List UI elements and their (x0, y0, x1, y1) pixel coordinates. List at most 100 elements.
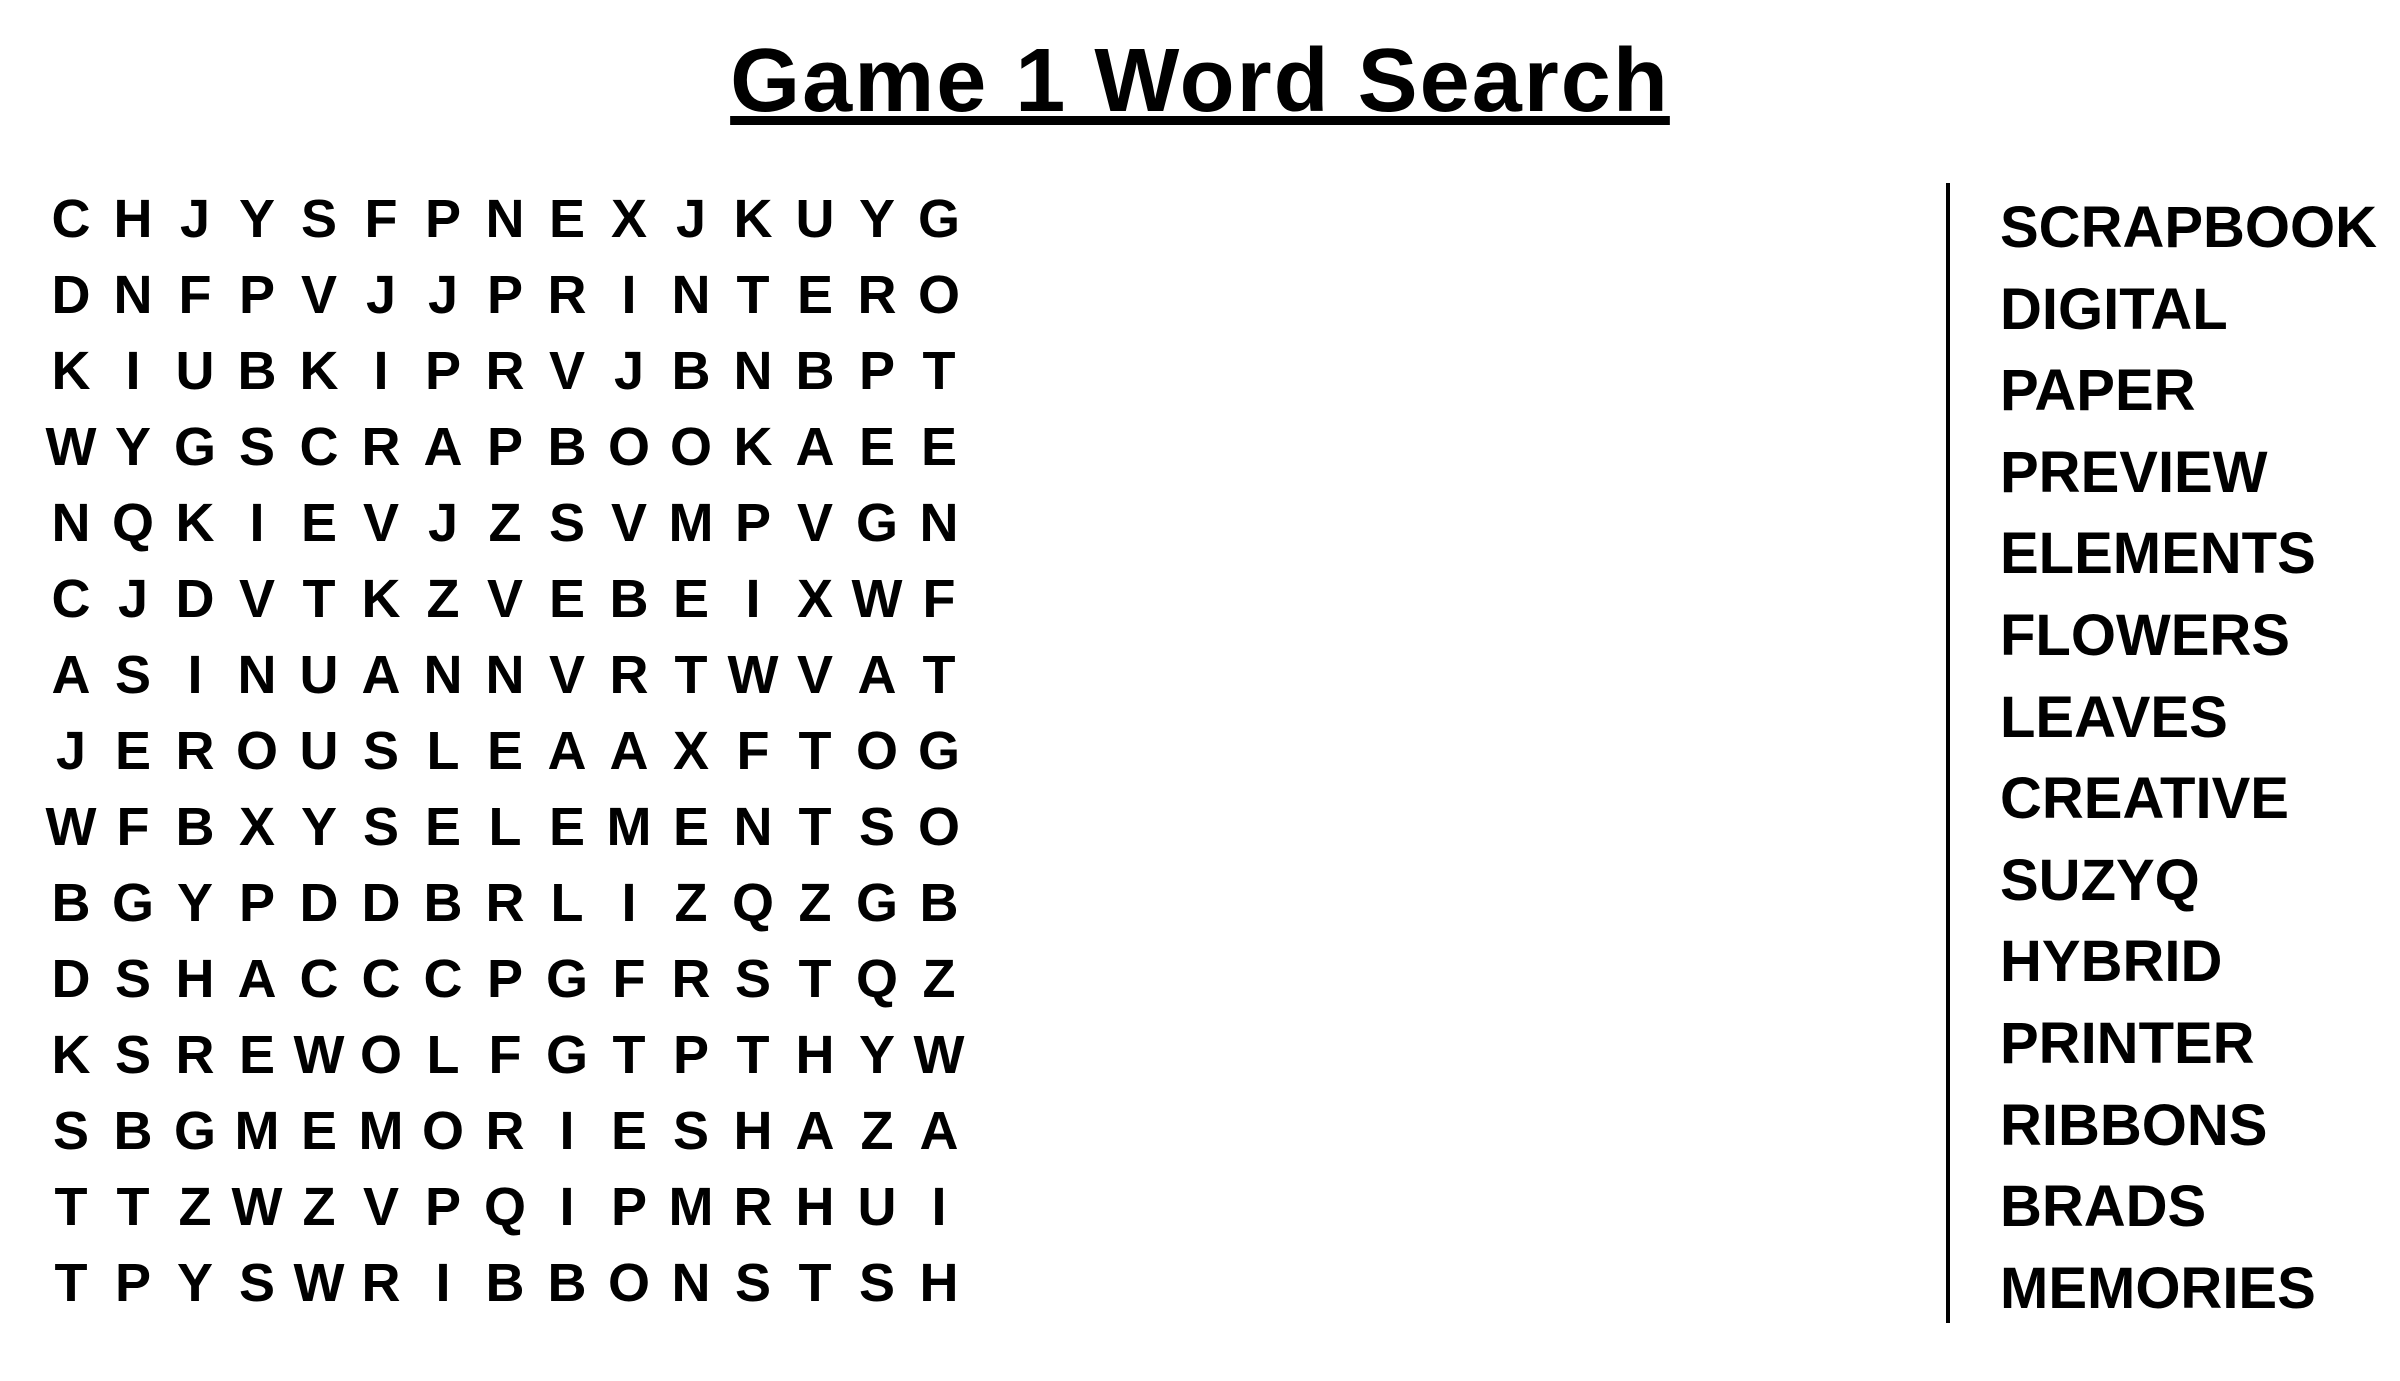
grid-cell-1-10: N (660, 259, 722, 331)
grid-cell-5-5: K (350, 563, 412, 635)
grid-cell-13-4: Z (288, 1171, 350, 1243)
grid-cell-10-7: P (474, 943, 536, 1015)
grid-cell-12-5: M (350, 1095, 412, 1167)
grid-cell-5-10: E (660, 563, 722, 635)
grid-cell-7-8: A (536, 715, 598, 787)
grid-cell-10-3: A (226, 943, 288, 1015)
grid-cell-7-14: G (908, 715, 970, 787)
grid-cell-12-0: S (40, 1095, 102, 1167)
grid-cell-4-1: Q (102, 487, 164, 559)
grid-cell-11-14: W (908, 1019, 970, 1091)
grid-cell-13-14: I (908, 1171, 970, 1243)
grid-cell-14-12: T (784, 1247, 846, 1319)
grid-cell-3-11: K (722, 411, 784, 483)
grid-cell-5-0: C (40, 563, 102, 635)
grid-cell-4-12: V (784, 487, 846, 559)
grid-cell-9-12: Z (784, 867, 846, 939)
grid-cell-8-10: E (660, 791, 722, 863)
grid-cell-5-11: I (722, 563, 784, 635)
grid-cell-7-0: J (40, 715, 102, 787)
grid-cell-0-13: Y (846, 183, 908, 255)
grid-cell-2-8: V (536, 335, 598, 407)
grid-cell-7-12: T (784, 715, 846, 787)
grid-row: KSREWOLFGTPTHYW (40, 1019, 1876, 1091)
grid-cell-0-5: F (350, 183, 412, 255)
grid-cell-6-0: A (40, 639, 102, 711)
grid-cell-0-7: N (474, 183, 536, 255)
grid-cell-1-4: V (288, 259, 350, 331)
grid-cell-14-3: S (226, 1247, 288, 1319)
grid-cell-5-3: V (226, 563, 288, 635)
grid-cell-7-4: U (288, 715, 350, 787)
grid-cell-1-14: O (908, 259, 970, 331)
grid-cell-4-4: E (288, 487, 350, 559)
grid-cell-11-0: K (40, 1019, 102, 1091)
grid-cell-14-11: S (722, 1247, 784, 1319)
grid-cell-5-14: F (908, 563, 970, 635)
grid-cell-13-3: W (226, 1171, 288, 1243)
grid-cell-4-8: S (536, 487, 598, 559)
grid-cell-7-11: F (722, 715, 784, 787)
grid-cell-5-7: V (474, 563, 536, 635)
grid-cell-6-2: I (164, 639, 226, 711)
grid-cell-12-7: R (474, 1095, 536, 1167)
grid-cell-3-5: R (350, 411, 412, 483)
grid-cell-2-6: P (412, 335, 474, 407)
word-item-11: RIBBONS (2000, 1091, 2360, 1161)
grid-row: BGYPDDBRLIZQZGB (40, 867, 1876, 939)
grid-cell-6-7: N (474, 639, 536, 711)
grid-cell-4-14: N (908, 487, 970, 559)
grid-cell-11-5: O (350, 1019, 412, 1091)
grid-cell-11-3: E (226, 1019, 288, 1091)
grid-cell-10-11: S (722, 943, 784, 1015)
grid-cell-9-2: Y (164, 867, 226, 939)
grid-cell-14-4: W (288, 1247, 350, 1319)
grid-cell-12-11: H (722, 1095, 784, 1167)
grid-cell-0-4: S (288, 183, 350, 255)
grid-cell-12-8: I (536, 1095, 598, 1167)
grid-cell-8-5: S (350, 791, 412, 863)
grid-cell-11-12: H (784, 1019, 846, 1091)
grid-cell-4-2: K (164, 487, 226, 559)
grid-cell-14-0: T (40, 1247, 102, 1319)
grid-cell-11-13: Y (846, 1019, 908, 1091)
grid-cell-11-2: R (164, 1019, 226, 1091)
grid-cell-2-12: B (784, 335, 846, 407)
grid-cell-0-1: H (102, 183, 164, 255)
grid-cell-13-8: I (536, 1171, 598, 1243)
main-content: CHJYSFPNEXJKUYGDNFPVJJPRINTEROKIUBKIPRVJ… (40, 183, 2360, 1323)
word-list: SCRAPBOOKDIGITALPAPERPREVIEWELEMENTSFLOW… (1980, 183, 2360, 1323)
word-item-13: MEMORIES (2000, 1254, 2360, 1324)
grid-cell-8-4: Y (288, 791, 350, 863)
grid-cell-12-2: G (164, 1095, 226, 1167)
grid-cell-8-1: F (102, 791, 164, 863)
grid-row: ASINUANNVRTWVAT (40, 639, 1876, 711)
grid-cell-9-1: G (102, 867, 164, 939)
grid-cell-3-13: E (846, 411, 908, 483)
grid-cell-12-12: A (784, 1095, 846, 1167)
grid-cell-2-1: I (102, 335, 164, 407)
grid-cell-2-2: U (164, 335, 226, 407)
grid-cell-4-0: N (40, 487, 102, 559)
word-item-6: LEAVES (2000, 683, 2360, 753)
grid-cell-11-10: P (660, 1019, 722, 1091)
grid-row: WYGSCRAPBOOKAEE (40, 411, 1876, 483)
grid-cell-5-13: W (846, 563, 908, 635)
grid-cell-14-1: P (102, 1247, 164, 1319)
grid-cell-14-6: I (412, 1247, 474, 1319)
grid-cell-12-1: B (102, 1095, 164, 1167)
grid-cell-12-3: M (226, 1095, 288, 1167)
grid-cell-4-11: P (722, 487, 784, 559)
grid-cell-4-6: J (412, 487, 474, 559)
page-title: Game 1 Word Search (730, 30, 1670, 133)
grid-cell-10-10: R (660, 943, 722, 1015)
grid-row: TTZWZVPQIPMRHUI (40, 1171, 1876, 1243)
grid-cell-5-8: E (536, 563, 598, 635)
vertical-divider (1946, 183, 1950, 1323)
grid-cell-8-13: S (846, 791, 908, 863)
grid-cell-9-6: B (412, 867, 474, 939)
grid-cell-4-13: G (846, 487, 908, 559)
grid-cell-11-1: S (102, 1019, 164, 1091)
grid-cell-5-4: T (288, 563, 350, 635)
grid-cell-5-6: Z (412, 563, 474, 635)
